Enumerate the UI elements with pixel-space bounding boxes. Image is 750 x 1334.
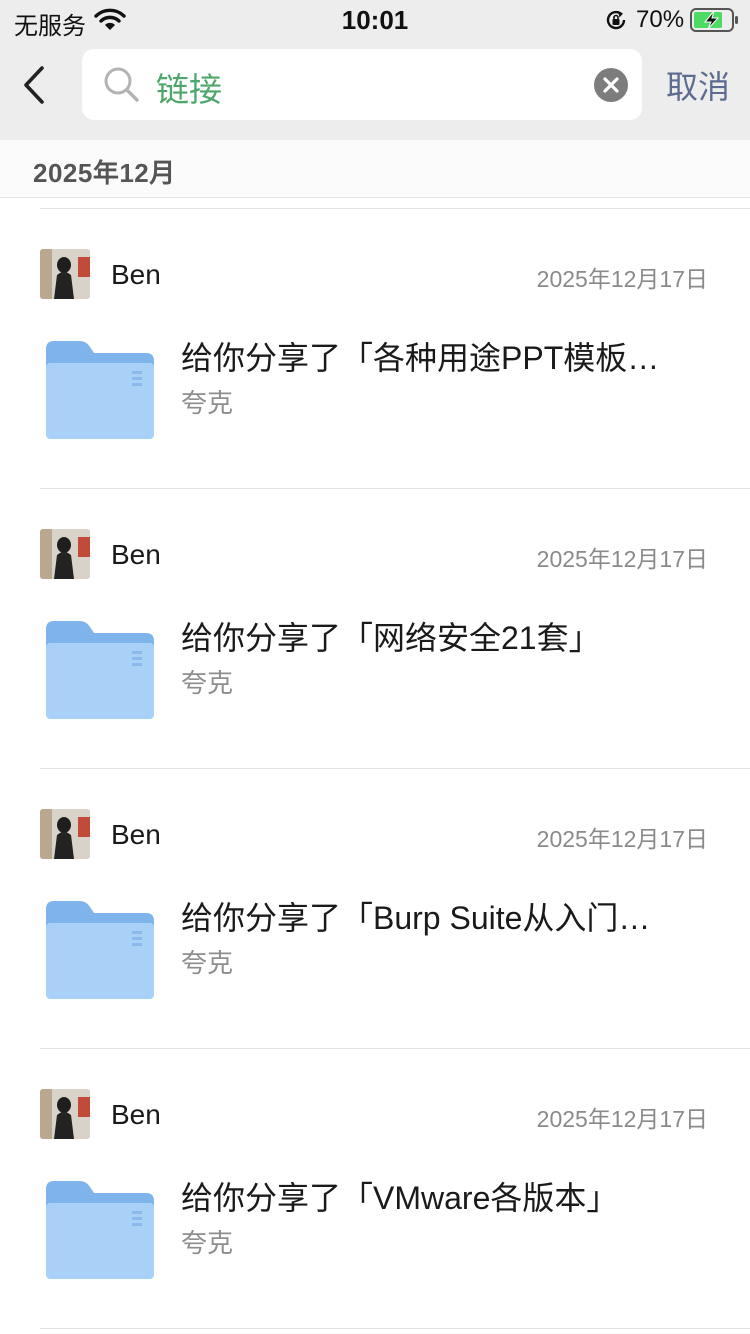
- month-section-header: 2025年12月: [0, 140, 750, 198]
- clear-button[interactable]: [594, 68, 628, 102]
- link-title: 给你分享了「网络安全21套」: [181, 620, 601, 656]
- link-source: 夸克: [181, 948, 234, 978]
- sender-name: Ben: [111, 1099, 161, 1130]
- folder-icon: [44, 899, 156, 1006]
- sender-name: Ben: [111, 539, 161, 570]
- avatar[interactable]: [40, 809, 90, 859]
- link-title: 给你分享了「VMware各版本」: [181, 1180, 619, 1216]
- battery-percent: 70%: [636, 6, 685, 33]
- folder-icon: [44, 339, 156, 446]
- folder-icon: [44, 1179, 156, 1286]
- search-query[interactable]: 链接: [156, 63, 222, 111]
- search-icon: [102, 65, 142, 110]
- search-header: 链接 取消: [0, 40, 750, 140]
- link-title: 给你分享了「Burp Suite从入门…: [181, 900, 651, 936]
- avatar[interactable]: [40, 249, 90, 299]
- message-date: 2025年12月17日: [536, 266, 708, 292]
- link-source: 夸克: [181, 668, 234, 698]
- message-date: 2025年12月17日: [536, 826, 708, 852]
- battery-charging-icon: [690, 8, 740, 37]
- avatar[interactable]: [40, 1089, 90, 1139]
- clear-icon: [603, 77, 619, 93]
- list-item[interactable]: Ben 2025年12月17日 给你分享了「各种用途PPT模板… 夸克: [0, 209, 750, 489]
- status-bar: 无服务 10:01 70%: [0, 0, 750, 40]
- divider: [40, 1328, 750, 1329]
- result-list: Ben 2025年12月17日 给你分享了「各种用途PPT模板… 夸克 Ben …: [0, 209, 750, 1329]
- back-button[interactable]: [14, 62, 54, 108]
- sender-name: Ben: [111, 259, 161, 290]
- link-source: 夸克: [181, 388, 234, 418]
- cancel-button[interactable]: 取消: [666, 62, 730, 108]
- rotation-lock-icon: [604, 8, 628, 37]
- month-label: 2025年12月: [33, 158, 176, 188]
- list-item[interactable]: Ben 2025年12月17日 给你分享了「VMware各版本」 夸克: [0, 1049, 750, 1329]
- link-source: 夸克: [181, 1228, 234, 1258]
- list-item[interactable]: Ben 2025年12月17日 给你分享了「网络安全21套」 夸克: [0, 489, 750, 769]
- back-chevron-icon: [24, 66, 44, 104]
- link-title: 给你分享了「各种用途PPT模板…: [181, 340, 660, 376]
- avatar[interactable]: [40, 529, 90, 579]
- list-item[interactable]: Ben 2025年12月17日 给你分享了「Burp Suite从入门… 夸克: [0, 769, 750, 1049]
- message-date: 2025年12月17日: [536, 1106, 708, 1132]
- folder-icon: [44, 619, 156, 726]
- search-input[interactable]: 链接: [82, 49, 642, 120]
- message-date: 2025年12月17日: [536, 546, 708, 572]
- sender-name: Ben: [111, 819, 161, 850]
